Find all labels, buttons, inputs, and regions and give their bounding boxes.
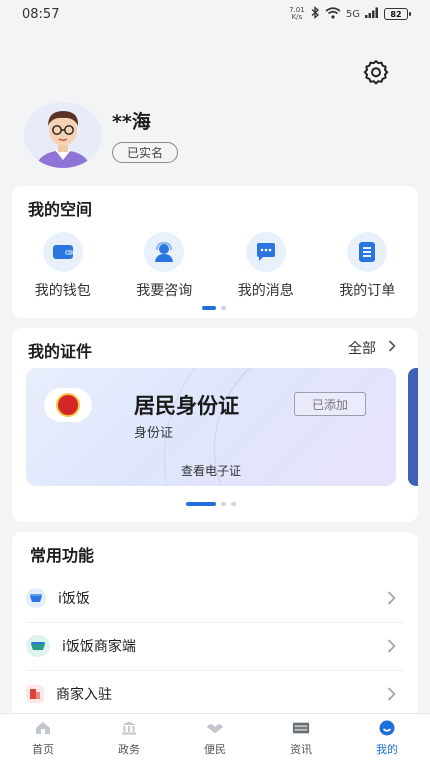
status-icons: 7.01 K/s 5G 82: [289, 6, 411, 22]
my-space-grid: 我的钱包 我要咨询 我的消息 我的订单: [12, 232, 418, 300]
certificates-pager: [186, 502, 236, 506]
id-card-subtitle: 身份证: [134, 426, 174, 441]
my-space-card: 我的空间 我的钱包 我要咨询 我的消息 我的订单: [12, 186, 418, 318]
pager-dot-active: [186, 502, 216, 506]
tab-convenience[interactable]: 便民: [172, 714, 258, 765]
news-icon: [292, 720, 310, 736]
tab-label: 资讯: [290, 743, 312, 756]
my-space-title: 我的空间: [28, 200, 93, 219]
net-speed: 7.01 K/s: [289, 7, 305, 21]
consult-icon: [144, 232, 185, 272]
government-icon: [120, 720, 138, 736]
function-label: 商家入驻: [56, 687, 112, 703]
function-item-merchant-join[interactable]: 商家入驻: [12, 670, 418, 718]
added-status-badge: 已添加: [294, 392, 366, 416]
tab-label: 我的: [376, 743, 398, 756]
pager-dot-active: [202, 306, 216, 310]
network-type: 5G: [345, 8, 360, 20]
common-functions-title: 常用功能: [30, 546, 95, 565]
tab-profile[interactable]: 我的: [344, 714, 430, 765]
status-bar: 08:57 7.01 K/s 5G 82: [0, 0, 430, 28]
tab-news[interactable]: 资讯: [258, 714, 344, 765]
ifanfan-icon: [26, 588, 46, 608]
next-card-peek[interactable]: [408, 368, 418, 486]
id-card[interactable]: 居民身份证 身份证 已添加 查看电子证: [26, 368, 396, 486]
chevron-right-icon: [387, 590, 396, 609]
profile-header[interactable]: **海 已实名: [24, 102, 179, 168]
function-item-merchant-app[interactable]: i饭饭商家端: [12, 622, 418, 670]
bottom-tab-bar: 首页 政务 便民 资讯 我的: [0, 713, 430, 765]
settings-button[interactable]: [362, 60, 390, 88]
bluetooth-icon: [310, 6, 320, 22]
chevron-right-icon: [387, 686, 396, 705]
space-item-label: 我要咨询: [136, 283, 193, 299]
home-icon: [34, 720, 52, 736]
order-icon: [347, 232, 388, 272]
wallet-icon: [42, 232, 83, 272]
tab-home[interactable]: 首页: [0, 714, 86, 765]
tab-label: 政务: [118, 743, 140, 756]
convenience-icon: [206, 720, 224, 736]
my-space-pager: [202, 306, 226, 310]
function-item-ifanfan[interactable]: i饭饭: [12, 574, 418, 622]
function-label: i饭饭: [58, 591, 90, 607]
tab-label: 首页: [32, 743, 54, 756]
national-emblem-icon: [44, 388, 92, 422]
merchant-join-icon: [26, 685, 44, 703]
wifi-icon: [325, 6, 341, 22]
signal-icon: [365, 7, 379, 21]
pager-dot: [221, 306, 226, 310]
id-card-title: 居民身份证: [134, 394, 239, 418]
battery-indicator: 82: [384, 8, 411, 20]
merchant-app-icon: [26, 635, 50, 657]
space-item-consult[interactable]: 我要咨询: [114, 232, 216, 300]
message-icon: [245, 232, 286, 272]
verified-badge: 已实名: [112, 142, 179, 163]
certificates-all-link[interactable]: 全部: [348, 338, 396, 358]
space-item-wallet[interactable]: 我的钱包: [12, 232, 114, 300]
status-time: 08:57: [22, 6, 60, 22]
user-name: **海: [112, 111, 151, 133]
gear-icon: [363, 59, 389, 89]
space-item-label: 我的消息: [237, 283, 294, 299]
space-item-label: 我的订单: [339, 283, 396, 299]
tab-label: 便民: [204, 743, 226, 756]
function-label: i饭饭商家端: [62, 639, 136, 655]
chevron-right-icon: [388, 340, 396, 356]
common-functions-card: 常用功能 i饭饭 i饭饭商家端 商家入驻: [12, 532, 418, 732]
certificates-title: 我的证件: [28, 342, 93, 361]
space-item-orders[interactable]: 我的订单: [317, 232, 419, 300]
space-item-messages[interactable]: 我的消息: [215, 232, 317, 300]
tab-government[interactable]: 政务: [86, 714, 172, 765]
net-speed-unit: K/s: [291, 13, 303, 21]
avatar[interactable]: [24, 102, 102, 168]
chevron-right-icon: [387, 638, 396, 657]
view-e-certificate-link[interactable]: 查看电子证: [26, 462, 396, 479]
certificates-card: 我的证件 全部 居民身份证 身份证 已添加 查看电子证: [12, 328, 418, 522]
profile-icon: [378, 720, 396, 736]
space-item-label: 我的钱包: [34, 283, 91, 299]
pager-dot: [231, 502, 236, 506]
pager-dot: [221, 502, 226, 506]
all-link-label: 全部: [348, 341, 376, 357]
